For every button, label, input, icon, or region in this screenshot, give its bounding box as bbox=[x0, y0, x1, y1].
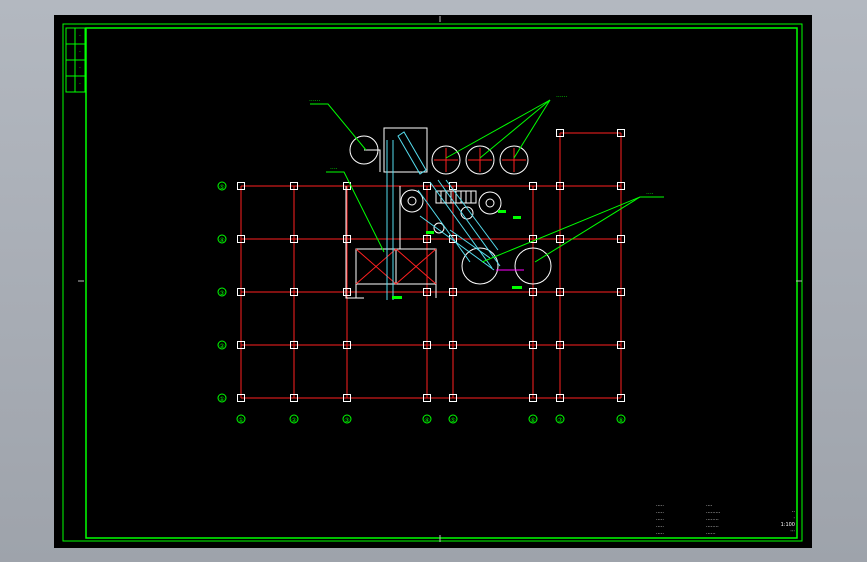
callout-right-middle: ···· bbox=[646, 191, 654, 198]
title-block-cell: ····· bbox=[656, 531, 664, 537]
title-block-cell: ········ bbox=[706, 524, 719, 530]
axis-label-x: ⑤ bbox=[450, 417, 455, 424]
axis-label-x: ① bbox=[238, 417, 243, 424]
title-block-cell: ········· bbox=[706, 510, 721, 516]
callout-top-left: ······ bbox=[309, 98, 321, 105]
title-block-cell: ····· bbox=[656, 517, 664, 523]
side-strip-cell-1: · bbox=[79, 33, 81, 40]
axis-label-y: ④ bbox=[219, 237, 224, 244]
side-strip-cell-4: · bbox=[79, 81, 81, 88]
axis-label-x: ⑦ bbox=[557, 417, 563, 424]
axis-label-y: ① bbox=[219, 396, 224, 403]
title-block-cell: ··· bbox=[790, 529, 795, 535]
axis-label-x: ④ bbox=[424, 417, 429, 424]
axis-label-x: ⑥ bbox=[530, 417, 535, 424]
title-block-cell: ········ bbox=[706, 517, 719, 523]
title-block-cell: ·· bbox=[792, 509, 796, 515]
title-block-cell: ···· bbox=[706, 503, 713, 509]
title-block-cell: ····· bbox=[656, 524, 664, 530]
axis-label-x: ② bbox=[291, 417, 297, 424]
title-block-cell: ····· bbox=[656, 510, 664, 516]
axis-label-y: ② bbox=[219, 343, 225, 350]
axis-label-y: ③ bbox=[219, 290, 224, 297]
title-block-cell: ····· bbox=[656, 503, 664, 509]
title-block-cell: 1:100 bbox=[781, 522, 795, 528]
title-block-col1: ························· bbox=[656, 503, 664, 537]
axis-label-y: ⑤ bbox=[219, 184, 224, 191]
callout-top-right: ······ bbox=[556, 94, 568, 101]
side-strip-cell-3: · bbox=[79, 65, 81, 72]
axis-label-x: ⑧ bbox=[618, 417, 623, 424]
callout-left-middle: ···· bbox=[330, 166, 338, 173]
axis-label-x: ③ bbox=[344, 417, 349, 424]
side-strip-cell-2: · bbox=[79, 49, 81, 56]
cad-model-space: · · · · ① ② ③ ④ ⑤ ⑥ ⑦ ⑧ ⑤ ④ ③ ② ① ······ ····… bbox=[54, 15, 812, 548]
title-block-cell: ······ bbox=[706, 531, 716, 537]
